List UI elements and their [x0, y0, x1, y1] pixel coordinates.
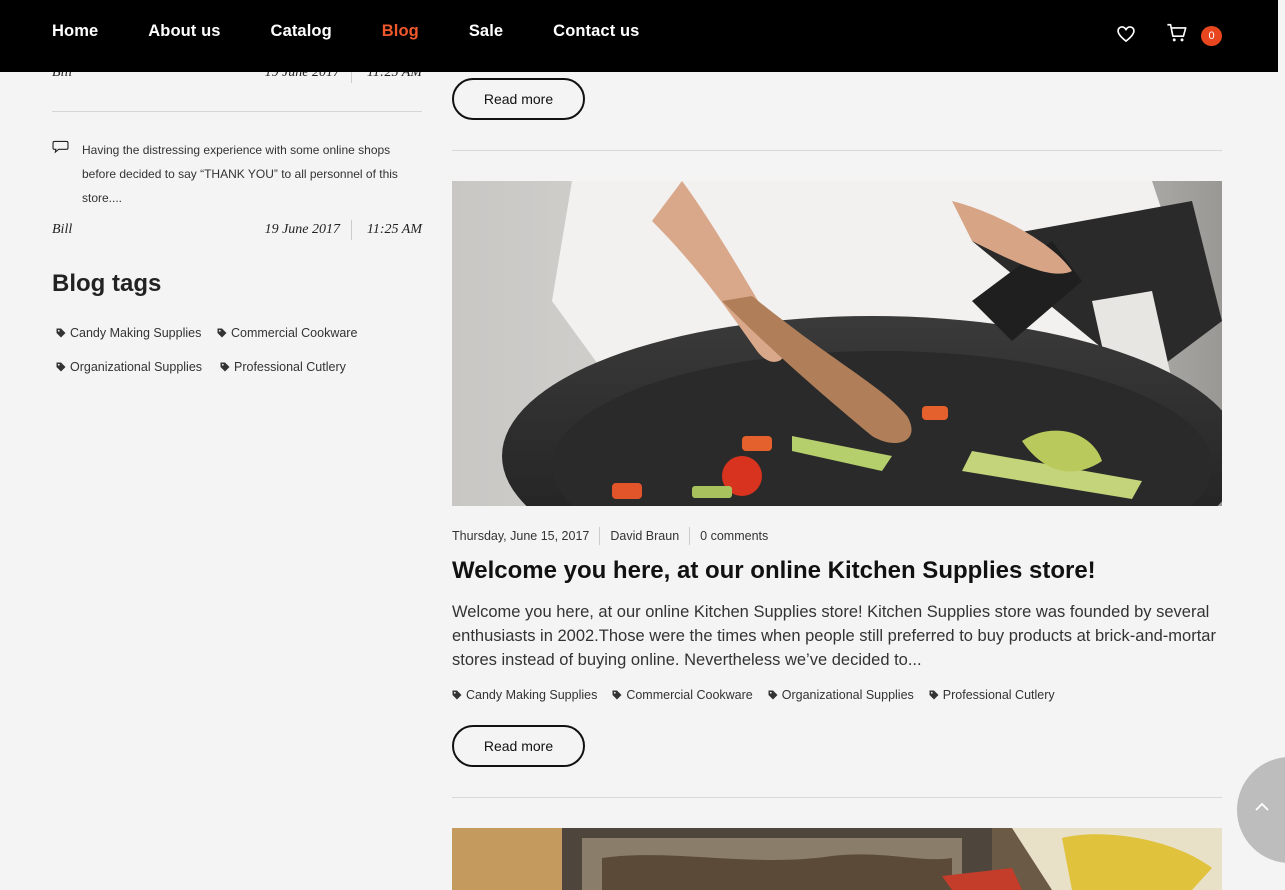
nav-about-us[interactable]: About us — [148, 22, 220, 41]
tag-link[interactable]: Commercial Cookware — [612, 688, 753, 702]
tag-icon — [56, 362, 66, 372]
post-tags: Candy Making Supplies Commercial Cookwar… — [452, 688, 1070, 702]
heart-icon[interactable] — [1116, 24, 1136, 44]
comment-divider — [52, 111, 422, 112]
tag-link[interactable]: Candy Making Supplies — [452, 688, 597, 702]
meta-divider — [689, 527, 691, 545]
post-divider — [452, 150, 1222, 151]
top-navbar: Home About us Catalog Blog Sale Contact … — [0, 0, 1278, 72]
comment-date: 19 June 2017 — [264, 222, 340, 237]
meta-divider — [351, 220, 352, 240]
read-more-button[interactable]: Read more — [452, 78, 585, 120]
comment-text[interactable]: Having the distressing experience with s… — [82, 138, 422, 210]
tag-icon — [452, 690, 462, 700]
nav-contact-us[interactable]: Contact us — [553, 22, 639, 41]
nav-sale[interactable]: Sale — [469, 22, 503, 41]
tag-label: Commercial Cookware — [231, 326, 358, 340]
meta-divider — [599, 527, 601, 545]
back-to-top-button[interactable] — [1237, 757, 1285, 863]
post-author[interactable]: David Braun — [610, 529, 679, 543]
tag-label: Organizational Supplies — [781, 688, 914, 702]
cart-count-badge[interactable]: 0 — [1201, 26, 1222, 46]
tag-link[interactable]: Professional Cutlery — [929, 688, 1055, 702]
comment-author: Bill — [52, 222, 73, 237]
chef-cooking-image — [452, 181, 1222, 506]
tag-icon — [217, 328, 227, 338]
post-meta: Thursday, June 15, 2017 David Braun 0 co… — [452, 527, 768, 545]
cart-icon[interactable] — [1166, 22, 1188, 44]
tag-label: Candy Making Supplies — [70, 326, 202, 340]
tag-link[interactable]: Professional Cutlery — [220, 360, 346, 374]
tag-label: Professional Cutlery — [942, 688, 1055, 702]
speech-bubble-icon — [52, 140, 69, 154]
nav-catalog[interactable]: Catalog — [271, 22, 332, 41]
post-excerpt: Welcome you here, at our online Kitchen … — [452, 603, 1216, 669]
tag-label: Organizational Supplies — [70, 360, 203, 374]
nav-blog[interactable]: Blog — [382, 22, 419, 41]
tag-icon — [220, 362, 230, 372]
chevron-up-icon — [1255, 802, 1269, 811]
post-title[interactable]: Welcome you here, at our online Kitchen … — [452, 557, 1096, 585]
tag-icon — [56, 328, 66, 338]
post-image[interactable] — [452, 828, 1222, 890]
post-image[interactable] — [452, 181, 1222, 506]
post-date: Thursday, June 15, 2017 — [452, 529, 590, 543]
comment-time: 11:25 AM — [366, 222, 422, 237]
tag-icon — [929, 690, 939, 700]
tag-link[interactable]: Organizational Supplies — [768, 688, 914, 702]
roasting-pan-image — [452, 828, 1222, 890]
post-divider — [452, 797, 1222, 798]
tag-link[interactable]: Candy Making Supplies — [56, 326, 201, 340]
read-more-button[interactable]: Read more — [452, 725, 585, 767]
blog-tags-heading: Blog tags — [52, 270, 162, 297]
tag-label: Professional Cutlery — [234, 360, 346, 374]
tag-link[interactable]: Organizational Supplies — [56, 360, 202, 374]
tag-icon — [612, 690, 622, 700]
tag-label: Commercial Cookware — [626, 688, 753, 702]
post-comments-count[interactable]: 0 comments — [700, 529, 768, 543]
nav-home[interactable]: Home — [52, 22, 98, 41]
tag-icon — [768, 690, 778, 700]
main-nav: Home About us Catalog Blog Sale Contact … — [52, 22, 689, 41]
tag-link[interactable]: Commercial Cookware — [217, 326, 357, 340]
comment-meta: Bill 19 June 2017 11:25 AM — [52, 220, 422, 240]
tag-label: Candy Making Supplies — [466, 688, 598, 702]
